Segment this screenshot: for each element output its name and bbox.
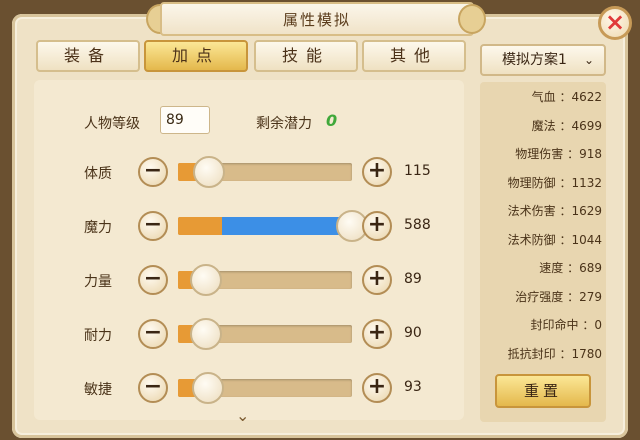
potential-value: 0	[326, 111, 338, 130]
stat-line: 物理伤害 ：918	[515, 147, 602, 161]
tab-equipment[interactable]: 装备	[36, 40, 140, 72]
plus-icon[interactable]: +	[362, 319, 392, 349]
tab-other[interactable]: 其他	[362, 40, 466, 72]
plus-icon[interactable]: +	[362, 265, 392, 295]
scroll-ornament-right	[458, 4, 486, 34]
tab-skills[interactable]: 技能	[254, 40, 358, 72]
slider-track-magic[interactable]	[178, 210, 368, 242]
minus-icon[interactable]: −	[138, 265, 168, 295]
slider-track-agility[interactable]	[178, 372, 352, 404]
stat-line: 气血 ：4622	[531, 90, 602, 104]
chevron-down-icon: ⌄	[583, 53, 594, 67]
level-input[interactable]: 89	[160, 106, 210, 134]
slider-track-endurance[interactable]	[178, 318, 352, 350]
slider-fill-base	[178, 217, 222, 235]
plan-selector[interactable]: 模拟方案1 ⌄	[480, 44, 606, 76]
stat-line: 法术伤害 ：1629	[507, 204, 602, 218]
attr-value-endurance: 90	[404, 325, 422, 341]
attr-value-constitution: 115	[404, 163, 431, 179]
minus-icon[interactable]: −	[138, 211, 168, 241]
plus-icon[interactable]: +	[362, 211, 392, 241]
title-plate: 属性模拟	[160, 2, 474, 36]
chevron-down-icon[interactable]: ⌄	[236, 406, 249, 425]
close-icon[interactable]: ×	[598, 6, 632, 40]
minus-icon[interactable]: −	[138, 373, 168, 403]
plan-selector-label: 模拟方案1	[502, 52, 567, 68]
stat-line: 法术防御 ：1044	[507, 232, 602, 247]
attr-value-strength: 89	[404, 271, 422, 287]
minus-icon[interactable]: −	[138, 319, 168, 349]
attr-value-agility: 93	[404, 379, 422, 395]
attr-label-strength: 力量	[84, 274, 112, 290]
tab-add-points[interactable]: 加点	[144, 40, 248, 72]
stat-line: 治疗强度 ：279	[515, 289, 602, 304]
attr-label-agility: 敏捷	[84, 382, 112, 398]
stat-line: 速度 ：689	[539, 261, 602, 275]
attr-label-constitution: 体质	[84, 166, 112, 182]
level-label: 人物等级	[84, 116, 140, 132]
window-title: 属性模拟	[282, 11, 351, 29]
attr-label-endurance: 耐力	[84, 328, 112, 344]
stat-line: 魔法 ：4699	[531, 118, 602, 133]
stat-line: 物理防御 ：1132	[507, 175, 602, 190]
slider-knob[interactable]	[191, 372, 224, 404]
slider-track-strength[interactable]	[178, 264, 352, 296]
reset-button[interactable]: 重置	[495, 374, 591, 408]
stat-line: 封印命中 ：0	[530, 318, 602, 332]
slider-track-constitution[interactable]	[178, 156, 352, 188]
title-bar: 属性模拟 ×	[0, 0, 640, 40]
attr-value-magic: 588	[404, 217, 431, 233]
slider-knob[interactable]	[189, 264, 222, 296]
slider-fill-added	[221, 217, 352, 235]
stat-line: 抵抗封印 ：1780	[507, 346, 602, 361]
potential-label: 剩余潜力	[256, 116, 312, 132]
attr-label-magic: 魔力	[84, 220, 112, 236]
slider-knob[interactable]	[189, 318, 222, 350]
plus-icon[interactable]: +	[362, 157, 392, 187]
minus-icon[interactable]: −	[138, 157, 168, 187]
plus-icon[interactable]: +	[362, 373, 392, 403]
